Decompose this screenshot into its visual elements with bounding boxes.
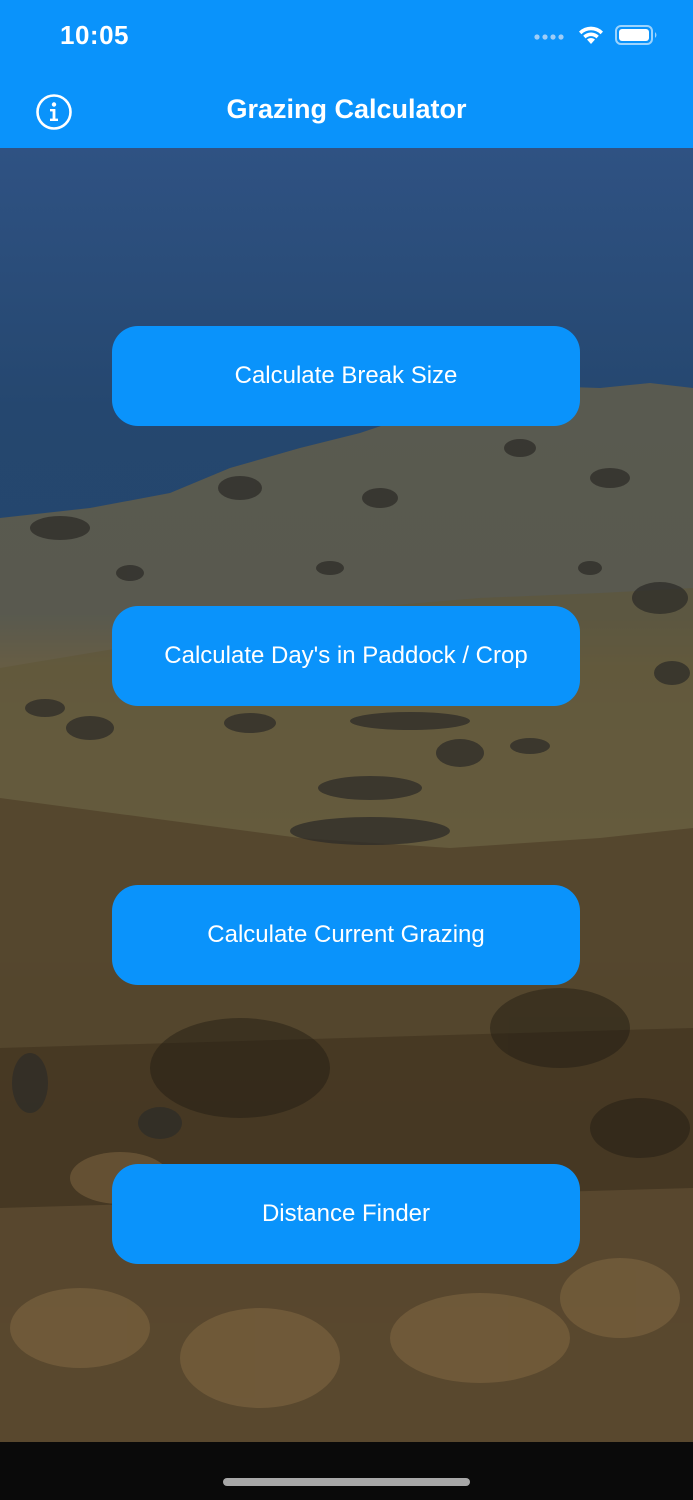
wifi-icon xyxy=(577,24,605,51)
distance-finder-button[interactable]: Distance Finder xyxy=(112,1164,580,1264)
calculate-break-size-button[interactable]: Calculate Break Size xyxy=(112,326,580,426)
status-time: 10:05 xyxy=(60,20,129,50)
home-indicator-area xyxy=(0,1442,693,1500)
home-indicator[interactable] xyxy=(223,1478,470,1486)
battery-icon xyxy=(615,24,659,51)
status-bar: 10:05 xyxy=(0,0,693,76)
calculate-current-grazing-button[interactable]: Calculate Current Grazing xyxy=(112,885,580,985)
calculate-days-in-paddock-button[interactable]: Calculate Day's in Paddock / Crop xyxy=(112,606,580,706)
status-icons xyxy=(533,24,659,51)
navigation-bar: Grazing Calculator xyxy=(0,76,693,148)
page-title: Grazing Calculator xyxy=(226,94,467,124)
cellular-dots-icon xyxy=(533,29,567,47)
